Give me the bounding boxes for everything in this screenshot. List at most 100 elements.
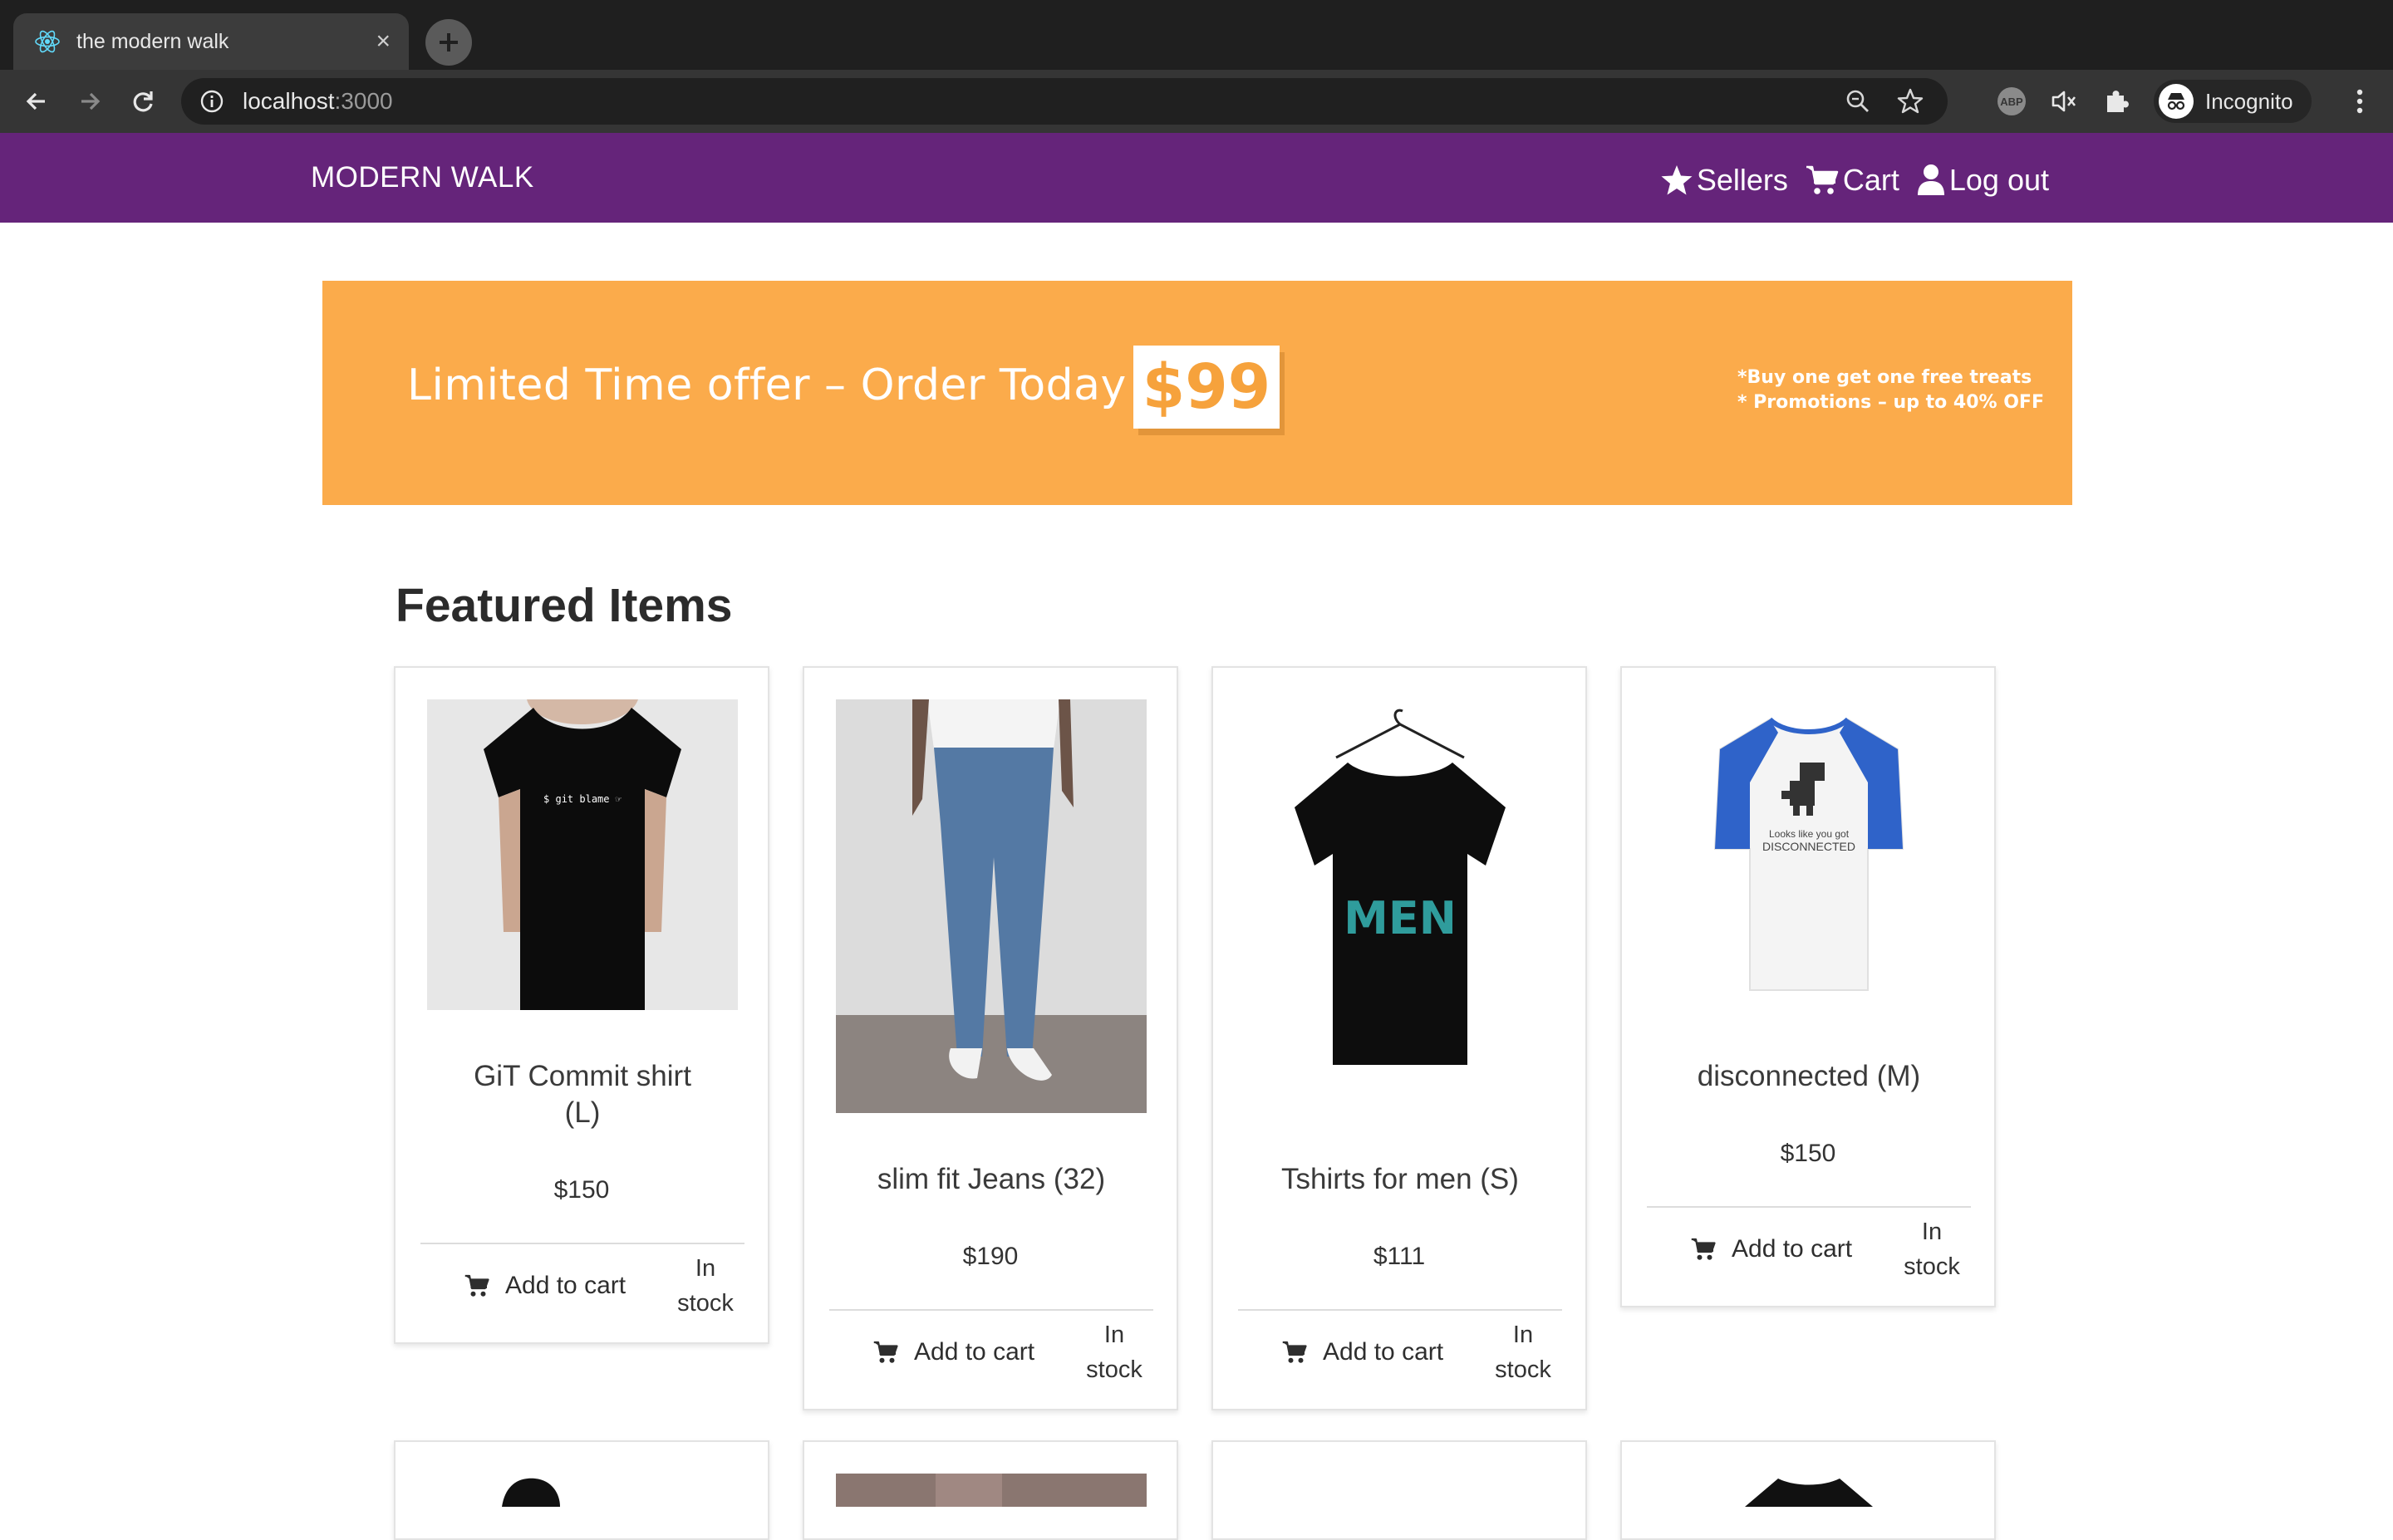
cart-icon: [1691, 1238, 1716, 1260]
stock-line: In: [695, 1255, 716, 1282]
site-navbar: MODERN WALK Sellers Cart Log out: [0, 133, 2393, 223]
product-title-line: (L): [564, 1096, 601, 1129]
stock-line: In: [1921, 1219, 1943, 1245]
product-image[interactable]: [836, 1474, 1147, 1507]
promo-banner[interactable]: Limited Time offer – Order Today For $99…: [322, 281, 2072, 505]
promo-line: *Buy one get one free treats: [1737, 367, 2032, 388]
product-card[interactable]: MEN Tshirts for men (S) $111 Add to cart…: [1211, 666, 1587, 1410]
brand-logo[interactable]: MODERN WALK: [311, 161, 534, 194]
product-card[interactable]: $ git blame ☞ GiT Commit shirt (L) $150 …: [394, 666, 769, 1344]
puzzle-icon[interactable]: [2102, 87, 2130, 115]
stock-line: In: [1512, 1322, 1534, 1348]
shirt-print-text: $ git blame ☞: [543, 793, 622, 805]
cart-icon: [1282, 1341, 1307, 1363]
nav-link-sellers[interactable]: Sellers: [1660, 163, 1788, 198]
extensions-area: ABP Incognito: [1997, 80, 2312, 123]
nav-link-label: Log out: [1948, 163, 2049, 197]
nav-links: Sellers Cart Log out: [1660, 163, 2049, 198]
mute-icon[interactable]: [2049, 86, 2079, 116]
add-to-cart-button[interactable]: Add to cart: [1690, 1235, 1852, 1263]
arrow-left-icon: [26, 92, 45, 110]
product-price: $150: [1780, 1140, 1836, 1167]
browser-menu-button[interactable]: [2343, 83, 2376, 120]
stock-status: In stock: [1075, 1317, 1153, 1387]
shirt-print-text: Looks like you got: [1769, 828, 1850, 840]
product-card[interactable]: slim fit Jeans (32) $190 Add to cart In …: [803, 666, 1178, 1410]
add-to-cart-button[interactable]: Add to cart: [872, 1338, 1034, 1366]
product-image[interactable]: [427, 1474, 738, 1507]
product-title-line: disconnected (M): [1697, 1060, 1921, 1092]
omnibox-actions: [1845, 85, 1924, 118]
product-title[interactable]: slim fit Jeans (32): [829, 1161, 1153, 1198]
product-card[interactable]: [1620, 1440, 1996, 1540]
info-icon: [200, 90, 224, 113]
product-title-line: slim fit Jeans (32): [877, 1163, 1106, 1195]
card-footer: Add to cart In stock: [1238, 1317, 1562, 1387]
product-card[interactable]: [394, 1440, 769, 1540]
reload-button[interactable]: [125, 83, 161, 120]
user-icon: [1917, 164, 1944, 195]
new-tab-button[interactable]: [425, 19, 472, 66]
promo-line: * Promotions – up to 40% OFF: [1737, 392, 2044, 413]
add-to-cart-label: Add to cart: [505, 1272, 627, 1299]
product-card[interactable]: [1211, 1440, 1587, 1540]
address-bar[interactable]: localhost:3000: [181, 78, 1948, 125]
product-image[interactable]: [1653, 1474, 1964, 1507]
add-to-cart-button[interactable]: Add to cart: [464, 1272, 626, 1300]
product-image[interactable]: MEN: [1245, 699, 1555, 1113]
nav-link-cart[interactable]: Cart: [1805, 163, 1899, 198]
product-image[interactable]: Looks like you got DISCONNECTED: [1653, 699, 1964, 1010]
nav-link-logout[interactable]: Log out: [1916, 163, 2049, 198]
url-host: localhost: [243, 88, 335, 114]
product-title[interactable]: Tshirts for men (S): [1238, 1161, 1562, 1198]
close-icon[interactable]: ×: [376, 29, 391, 54]
product-card[interactable]: Looks like you got DISCONNECTED disconne…: [1620, 666, 1996, 1307]
browser-tab[interactable]: the modern walk ×: [13, 13, 409, 70]
incognito-profile-button[interactable]: Incognito: [2154, 80, 2312, 123]
add-to-cart-label: Add to cart: [914, 1338, 1035, 1366]
adblock-extension-icon[interactable]: ABP: [1997, 87, 2026, 115]
back-button[interactable]: [18, 83, 55, 120]
product-title-line: GiT Commit shirt: [474, 1060, 691, 1092]
zoom-icon[interactable]: [1845, 88, 1871, 115]
product-price: $150: [553, 1176, 610, 1204]
card-footer: Add to cart In stock: [420, 1251, 744, 1321]
add-to-cart-button[interactable]: Add to cart: [1281, 1338, 1443, 1366]
nav-link-label: Cart: [1842, 163, 1899, 197]
product-image[interactable]: [836, 699, 1147, 1113]
product-title-line: Tshirts for men (S): [1281, 1163, 1519, 1195]
product-card[interactable]: [803, 1440, 1178, 1540]
card-footer: Add to cart In stock: [829, 1317, 1153, 1387]
banner-promo-text: *Buy one get one free treats * Promotion…: [1737, 365, 2044, 415]
product-title[interactable]: disconnected (M): [1647, 1058, 1971, 1095]
forward-button[interactable]: [71, 83, 108, 120]
banner-headline: Limited Time offer – Order Today For: [407, 360, 1210, 410]
card-footer: Add to cart In stock: [1647, 1214, 1971, 1284]
stock-line: stock: [677, 1290, 734, 1317]
react-icon: [35, 30, 60, 53]
stock-line: In: [1103, 1322, 1125, 1348]
product-image[interactable]: $ git blame ☞: [427, 699, 738, 1010]
plus-icon: [440, 33, 458, 51]
product-price: $111: [1373, 1243, 1426, 1270]
banner-price: $99: [1142, 351, 1271, 423]
url-port: :3000: [334, 88, 393, 114]
bookmark-star-icon[interactable]: [1896, 87, 1924, 115]
browser-toolbar: localhost:3000 ABP Incognito: [0, 70, 2393, 133]
add-to-cart-label: Add to cart: [1323, 1338, 1444, 1366]
profile-label: Incognito: [2205, 88, 2293, 114]
product-title[interactable]: GiT Commit shirt (L): [420, 1058, 744, 1131]
cart-icon: [464, 1274, 489, 1297]
card-divider: [829, 1309, 1153, 1311]
stock-status: In stock: [1893, 1214, 1971, 1284]
stock-line: stock: [1495, 1356, 1551, 1383]
stock-line: stock: [1086, 1356, 1142, 1383]
arrow-right-icon: [81, 92, 101, 110]
tab-title: the modern walk: [76, 29, 229, 53]
kebab-menu-icon: [2356, 89, 2363, 114]
reload-icon: [133, 91, 153, 112]
banner-price-box: $99: [1133, 346, 1280, 429]
add-to-cart-label: Add to cart: [1732, 1235, 1853, 1263]
card-divider: [1647, 1206, 1971, 1208]
featured-items-heading: Featured Items: [396, 579, 733, 632]
